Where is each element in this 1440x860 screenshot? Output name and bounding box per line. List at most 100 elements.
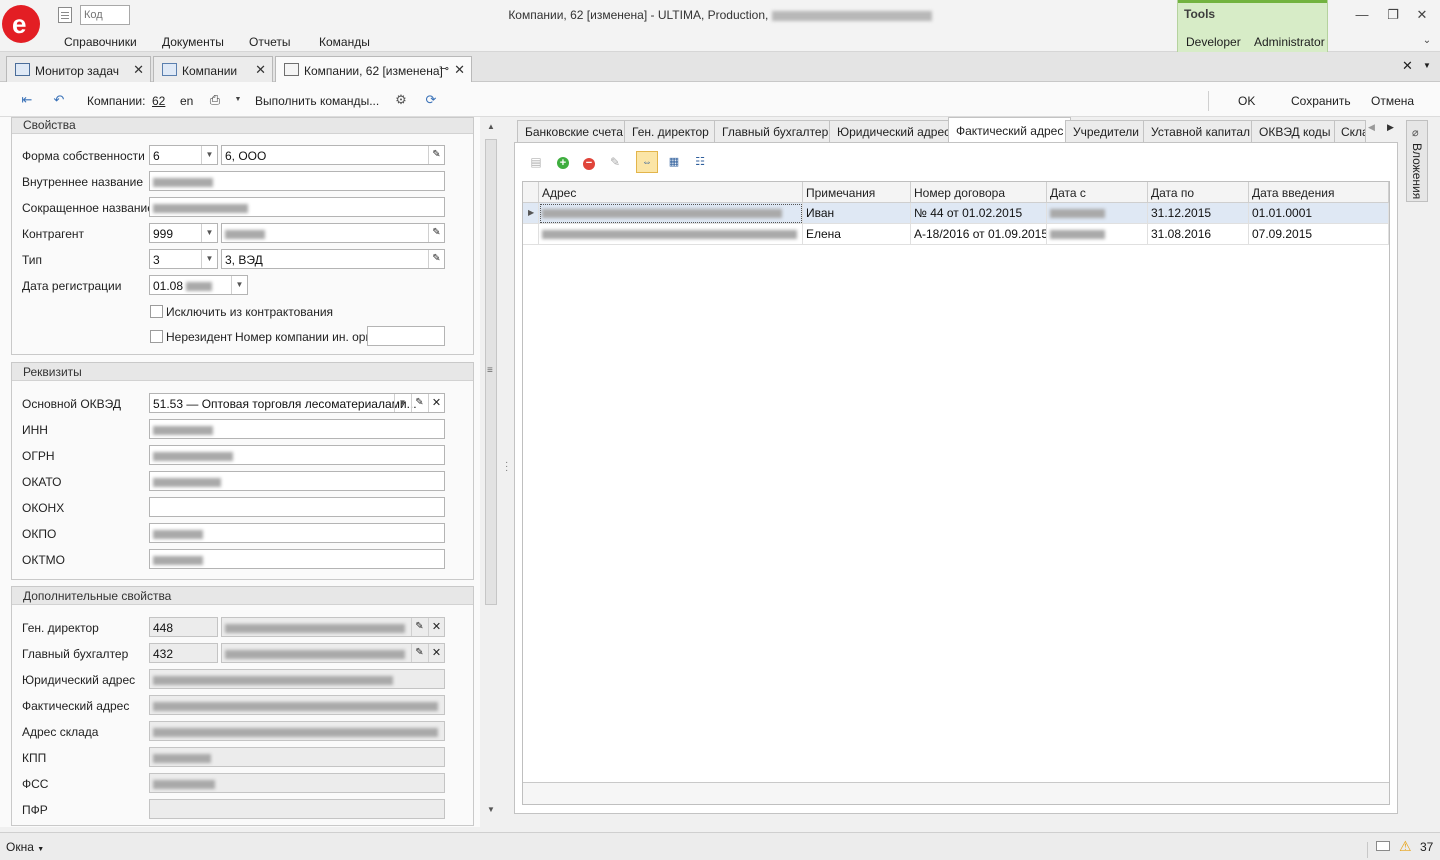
- left-scrollbar[interactable]: ▲ ≡ ▼: [482, 117, 500, 827]
- date-from-cell[interactable]: [1047, 224, 1148, 245]
- tab-bank-accounts[interactable]: Банковские счета: [517, 120, 631, 142]
- close-tab-icon[interactable]: ✕: [133, 62, 144, 78]
- column-header[interactable]: Дата по: [1148, 182, 1249, 203]
- column-header[interactable]: Примечания: [803, 182, 911, 203]
- pencil-icon[interactable]: ✎: [428, 250, 444, 268]
- note-cell[interactable]: Елена: [803, 224, 911, 245]
- close-all-tabs-icon[interactable]: ✕: [1402, 58, 1413, 74]
- tabs-dropdown-icon[interactable]: ▼: [1423, 61, 1431, 70]
- code-search-input[interactable]: [80, 5, 130, 25]
- close-tab-icon[interactable]: ✕: [255, 62, 266, 78]
- nonresident-checkbox[interactable]: [150, 330, 163, 343]
- ownership-code-combo[interactable]: 6 ▼: [149, 145, 218, 165]
- tab-actual-address[interactable]: Фактический адрес: [948, 117, 1072, 143]
- mail-icon[interactable]: [1376, 841, 1390, 851]
- close-window-icon[interactable]: ✕: [1413, 6, 1431, 24]
- column-header[interactable]: Номер договора: [911, 182, 1047, 203]
- cancel-button[interactable]: Отмена: [1371, 94, 1414, 108]
- okpo-input[interactable]: [149, 523, 445, 543]
- tabs-scroll-right-icon[interactable]: ▶: [1387, 122, 1394, 133]
- delete-row-icon[interactable]: −: [578, 151, 600, 173]
- ribbon-collapse-icon[interactable]: ⌄: [1418, 32, 1436, 50]
- column-header[interactable]: Дата с: [1047, 182, 1148, 203]
- clear-icon[interactable]: ✕: [428, 618, 444, 636]
- tab-founders[interactable]: Учредители: [1065, 120, 1148, 142]
- contract-cell[interactable]: № 44 от 01.02.2015: [911, 203, 1047, 224]
- ok-button[interactable]: OK: [1238, 94, 1255, 108]
- column-header[interactable]: Адрес: [539, 182, 803, 203]
- clear-icon[interactable]: ✕: [428, 644, 444, 662]
- pencil-icon[interactable]: ✎: [428, 224, 444, 242]
- fit-columns-icon[interactable]: ⇔: [636, 151, 658, 173]
- pin-icon[interactable]: ⊸: [440, 62, 449, 75]
- counterparty-value-field[interactable]: ✎: [221, 223, 445, 243]
- attachments-tab[interactable]: ⌀ Вложения: [1406, 120, 1428, 202]
- tab-companies[interactable]: Компании ✕: [153, 56, 273, 82]
- tab-chief-accountant[interactable]: Главный бухгалтер: [714, 120, 837, 142]
- tab-warehouse-truncated[interactable]: Скла: [1334, 120, 1366, 142]
- date-intro-cell[interactable]: 01.01.0001: [1249, 203, 1389, 224]
- counterparty-code-combo[interactable]: 999 ▼: [149, 223, 218, 243]
- run-commands-button[interactable]: Выполнить команды...: [255, 94, 379, 108]
- chevron-down-icon[interactable]: ▼: [394, 394, 410, 412]
- print-dropdown-icon[interactable]: ▼: [230, 93, 246, 107]
- edit-row-icon[interactable]: ✎: [604, 151, 626, 173]
- tools-administrator[interactable]: Administrator: [1254, 35, 1325, 49]
- restore-icon[interactable]: ❐: [1384, 6, 1402, 24]
- scroll-up-icon[interactable]: ▲: [486, 122, 496, 131]
- open-record-icon[interactable]: ▤: [525, 151, 547, 173]
- ogrn-input[interactable]: [149, 445, 445, 465]
- print-icon[interactable]: ⎙: [207, 93, 223, 107]
- date-from-cell[interactable]: [1047, 203, 1148, 224]
- note-cell[interactable]: Иван: [803, 203, 911, 224]
- menu-reports[interactable]: Отчеты: [249, 35, 290, 49]
- chevron-down-icon[interactable]: ▼: [201, 250, 217, 268]
- clear-icon[interactable]: ✕: [428, 394, 444, 412]
- save-button[interactable]: Сохранить: [1291, 94, 1351, 108]
- tab-legal-address[interactable]: Юридический адрес: [829, 120, 959, 142]
- tools-developer[interactable]: Developer: [1186, 35, 1241, 49]
- tree-view-icon[interactable]: ☷: [689, 151, 711, 173]
- pencil-icon[interactable]: ✎: [428, 146, 444, 164]
- scroll-down-icon[interactable]: ▼: [486, 805, 496, 814]
- chevron-down-icon[interactable]: ▼: [201, 146, 217, 164]
- pencil-icon[interactable]: ✎: [411, 394, 427, 412]
- okonh-input[interactable]: [149, 497, 445, 517]
- inn-input[interactable]: [149, 419, 445, 439]
- oktmo-input[interactable]: [149, 549, 445, 569]
- column-header[interactable]: Дата введения: [1249, 182, 1389, 203]
- menu-documents[interactable]: Документы: [162, 35, 224, 49]
- chevron-down-icon[interactable]: ▼: [231, 276, 247, 294]
- type-value-field[interactable]: 3, ВЭД ✎: [221, 249, 445, 269]
- exclude-checkbox[interactable]: [150, 305, 163, 318]
- accountant-name-field[interactable]: ✎ ✕: [221, 643, 445, 663]
- windows-menu[interactable]: Окна ▼: [6, 840, 44, 854]
- address-cell[interactable]: [539, 224, 803, 245]
- warning-icon[interactable]: ⚠: [1399, 838, 1412, 855]
- address-cell[interactable]: [539, 203, 803, 224]
- menu-directories[interactable]: Справочники: [64, 35, 137, 49]
- menu-commands[interactable]: Команды: [319, 35, 370, 49]
- refresh-icon[interactable]: ⟳: [423, 93, 439, 107]
- settings-icon[interactable]: ⚙: [393, 93, 409, 107]
- type-code-combo[interactable]: 3 ▼: [149, 249, 218, 269]
- date-to-cell[interactable]: 31.12.2015: [1148, 203, 1249, 224]
- okved-combo[interactable]: 51.53 — Оптовая торговля лесоматериалами…: [149, 393, 445, 413]
- entity-id-link[interactable]: 62: [152, 94, 165, 108]
- panel-splitter[interactable]: · · ·: [500, 117, 514, 827]
- okato-input[interactable]: [149, 471, 445, 491]
- app-logo[interactable]: e: [2, 3, 42, 45]
- undo-icon[interactable]: ↶: [51, 93, 67, 107]
- date-to-cell[interactable]: 31.08.2016: [1148, 224, 1249, 245]
- tab-task-monitor[interactable]: Монитор задач ✕: [6, 56, 151, 82]
- grid-layout-icon[interactable]: ▦: [663, 151, 685, 173]
- reg-date-picker[interactable]: 01.08 ▼: [149, 275, 248, 295]
- tab-charter-capital[interactable]: Уставной капитал: [1143, 120, 1258, 142]
- pencil-icon[interactable]: ✎: [411, 618, 427, 636]
- minimize-icon[interactable]: —: [1353, 6, 1371, 24]
- tabs-scroll-left-icon[interactable]: ◀: [1368, 122, 1375, 133]
- chevron-down-icon[interactable]: ▼: [201, 224, 217, 242]
- director-name-field[interactable]: ✎ ✕: [221, 617, 445, 637]
- internal-name-input[interactable]: [149, 171, 445, 191]
- contract-cell[interactable]: А-18/2016 от 01.09.2015: [911, 224, 1047, 245]
